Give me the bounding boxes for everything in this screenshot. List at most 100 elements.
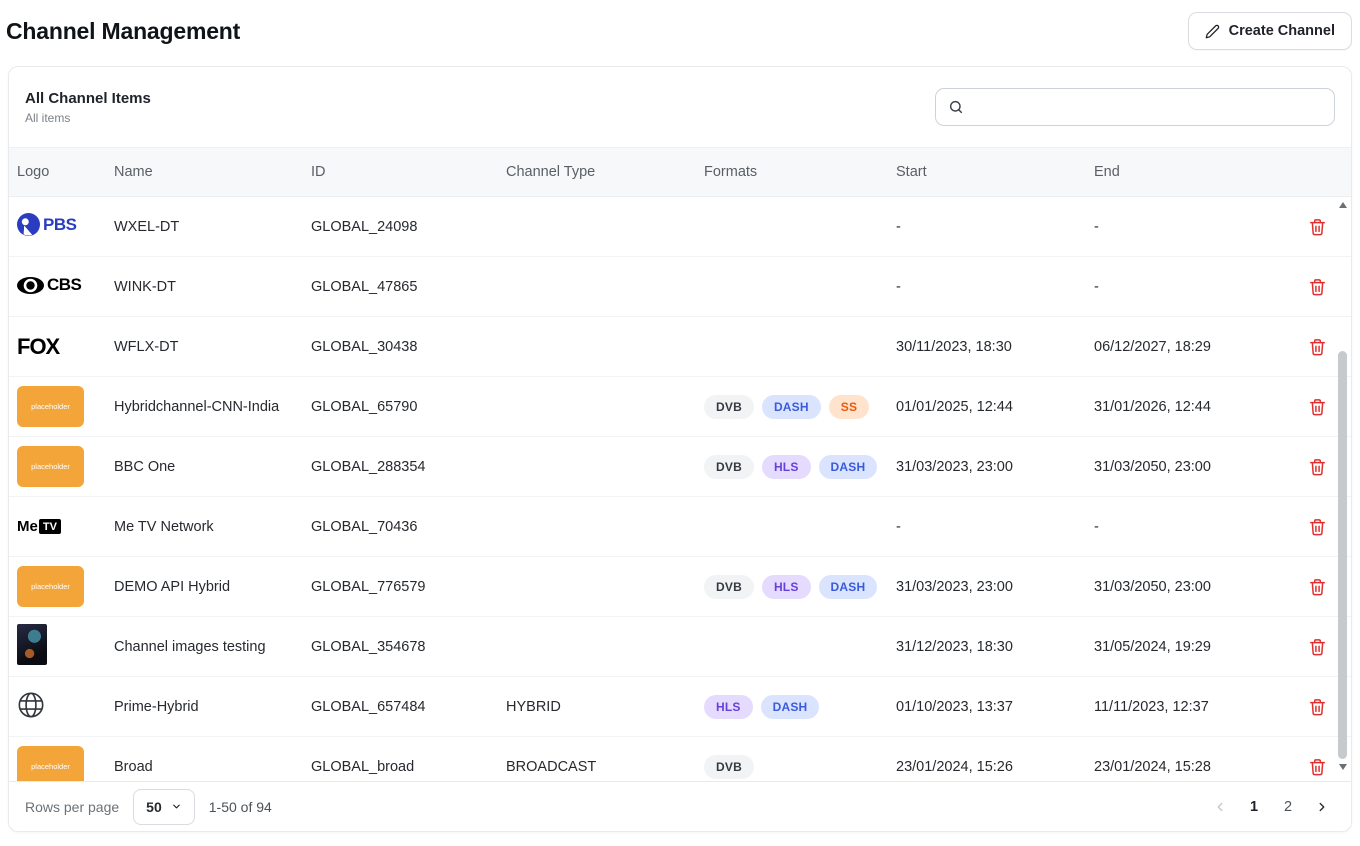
delete-channel-button[interactable] <box>1304 213 1331 241</box>
cbs-eye-icon <box>17 277 44 294</box>
channel-end: 31/03/2050, 23:00 <box>1094 459 1292 475</box>
page-title: Channel Management <box>6 18 240 45</box>
channel-start: 31/12/2023, 18:30 <box>896 639 1094 655</box>
pencil-icon <box>1205 24 1220 39</box>
create-channel-label: Create Channel <box>1229 23 1335 39</box>
table-row[interactable]: placeholderHybridchannel-CNN-IndiaGLOBAL… <box>9 377 1351 437</box>
channel-logo-cell: CBS <box>17 275 114 298</box>
chevron-left-icon <box>1213 800 1227 814</box>
channel-name: WFLX-DT <box>114 339 311 355</box>
channel-image-thumbnail <box>17 624 47 665</box>
create-channel-button[interactable]: Create Channel <box>1188 12 1352 50</box>
channel-formats: DVBDASHSS <box>704 395 896 419</box>
metv-me-text: Me <box>17 518 38 535</box>
chevron-right-icon <box>1315 800 1329 814</box>
delete-channel-button[interactable] <box>1304 393 1331 421</box>
channel-id: GLOBAL_65790 <box>311 399 506 415</box>
format-badge: DVB <box>704 755 754 779</box>
scroll-up-arrow-icon[interactable] <box>1339 202 1347 208</box>
channel-end: 23/01/2024, 15:28 <box>1094 759 1292 775</box>
table-row[interactable]: Prime-HybridGLOBAL_657484HYBRIDHLSDASH01… <box>9 677 1351 737</box>
panel-titles: All Channel Items All items <box>25 90 151 125</box>
scroll-down-arrow-icon[interactable] <box>1339 764 1347 770</box>
vertical-scrollbar[interactable] <box>1338 199 1348 773</box>
format-badge: DVB <box>704 575 754 599</box>
channel-name: Prime-Hybrid <box>114 699 311 715</box>
rows-per-page-group: Rows per page 50 1-50 of 94 <box>25 789 272 825</box>
rows-per-page-value: 50 <box>146 799 162 815</box>
delete-channel-button[interactable] <box>1304 573 1331 601</box>
format-badge: DASH <box>819 575 878 599</box>
channel-name: Channel images testing <box>114 639 311 655</box>
row-actions <box>1292 333 1343 361</box>
channel-logo-cell <box>17 624 114 669</box>
table-row[interactable]: FOXWFLX-DTGLOBAL_3043830/11/2023, 18:300… <box>9 317 1351 377</box>
table-body: PBSWXEL-DTGLOBAL_24098--CBSWINK-DTGLOBAL… <box>9 197 1351 781</box>
channel-formats: DVBHLSDASH <box>704 575 896 599</box>
table-row[interactable]: placeholderDEMO API HybridGLOBAL_776579D… <box>9 557 1351 617</box>
channel-end: - <box>1094 279 1292 295</box>
channel-name: BBC One <box>114 459 311 475</box>
channel-end: 31/05/2024, 19:29 <box>1094 639 1292 655</box>
column-header-id: ID <box>311 164 506 180</box>
scrollbar-thumb[interactable] <box>1338 351 1347 759</box>
channel-start: 31/03/2023, 23:00 <box>896 579 1094 595</box>
metv-logo: MeTV <box>17 518 61 535</box>
pbs-face-icon <box>17 213 40 236</box>
row-actions <box>1292 393 1343 421</box>
column-header-channel-type: Channel Type <box>506 164 704 180</box>
channel-name: Hybridchannel-CNN-India <box>114 399 311 415</box>
table-row[interactable]: PBSWXEL-DTGLOBAL_24098-- <box>9 197 1351 257</box>
row-actions <box>1292 213 1343 241</box>
next-page-button[interactable] <box>1309 794 1335 820</box>
search-box[interactable] <box>935 88 1335 126</box>
channel-name: Me TV Network <box>114 519 311 535</box>
table-footer: Rows per page 50 1-50 of 94 1 2 <box>9 781 1351 831</box>
format-badge: DVB <box>704 395 754 419</box>
delete-channel-button[interactable] <box>1304 333 1331 361</box>
pagination-range: 1-50 of 94 <box>209 799 272 815</box>
table-row[interactable]: Channel images testingGLOBAL_35467831/12… <box>9 617 1351 677</box>
table-row[interactable]: CBSWINK-DTGLOBAL_47865-- <box>9 257 1351 317</box>
rows-per-page-label: Rows per page <box>25 799 119 815</box>
column-header-formats: Formats <box>704 164 896 180</box>
delete-channel-button[interactable] <box>1304 693 1331 721</box>
channel-logo-cell <box>17 691 114 723</box>
trash-icon <box>1308 277 1327 297</box>
format-badge: DASH <box>761 695 820 719</box>
previous-page-button[interactable] <box>1207 794 1233 820</box>
search-icon <box>948 99 964 115</box>
globe-icon <box>17 691 45 719</box>
row-actions <box>1292 513 1343 541</box>
trash-icon <box>1308 637 1327 657</box>
card-header: All Channel Items All items <box>9 67 1351 147</box>
channel-name: Broad <box>114 759 311 775</box>
channel-id: GLOBAL_776579 <box>311 579 506 595</box>
channel-id: GLOBAL_47865 <box>311 279 506 295</box>
channel-type: BROADCAST <box>506 759 704 775</box>
row-actions <box>1292 273 1343 301</box>
cbs-logo: CBS <box>17 275 81 295</box>
row-actions <box>1292 753 1343 781</box>
channel-logo-cell: PBS <box>17 213 114 240</box>
channel-id: GLOBAL_broad <box>311 759 506 775</box>
rows-per-page-select[interactable]: 50 <box>133 789 195 825</box>
trash-icon <box>1308 577 1327 597</box>
panel-title: All Channel Items <box>25 90 151 107</box>
table-row[interactable]: placeholder BroadGLOBAL_broadBROADCASTDVB… <box>9 737 1351 781</box>
placeholder-logo: placeholder <box>17 746 84 781</box>
delete-channel-button[interactable] <box>1304 453 1331 481</box>
channel-logo-cell: MeTV <box>17 518 114 535</box>
fox-logo: FOX <box>17 334 59 359</box>
table-row[interactable]: placeholderBBC OneGLOBAL_288354DVBHLSDAS… <box>9 437 1351 497</box>
search-input[interactable] <box>972 99 1322 115</box>
page-1-button[interactable]: 1 <box>1241 794 1267 820</box>
delete-channel-button[interactable] <box>1304 633 1331 661</box>
page-2-button[interactable]: 2 <box>1275 794 1301 820</box>
table-row[interactable]: MeTVMe TV NetworkGLOBAL_70436-- <box>9 497 1351 557</box>
delete-channel-button[interactable] <box>1304 753 1331 781</box>
delete-channel-button[interactable] <box>1304 273 1331 301</box>
channel-start: 30/11/2023, 18:30 <box>896 339 1094 355</box>
trash-icon <box>1308 757 1327 777</box>
delete-channel-button[interactable] <box>1304 513 1331 541</box>
